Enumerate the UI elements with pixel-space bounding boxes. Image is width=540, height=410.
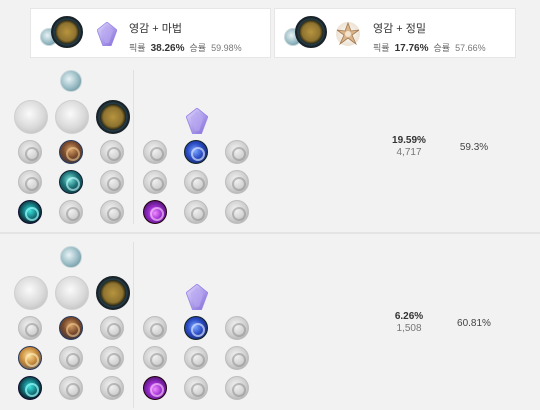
- section-divider: [0, 232, 540, 234]
- build-pick-stats: 19.59% 4,717: [374, 135, 444, 158]
- build-pick-rate: 19.59%: [392, 135, 426, 146]
- rune-option-icon: [184, 376, 208, 400]
- pick-value: 17.76%: [394, 43, 429, 54]
- keystone-option-icon: [14, 276, 48, 310]
- rune-selected-icon: [143, 376, 167, 400]
- precision-tree-icon: [336, 21, 360, 46]
- rune-option-icon: [100, 346, 124, 370]
- rune-option-icon: [184, 200, 208, 224]
- build-pick-rate: 6.26%: [394, 311, 424, 322]
- rune-selected-icon: [59, 140, 83, 164]
- pick-label: 픽률: [373, 43, 390, 53]
- rune-combo-card-inspiration-precision[interactable]: 영감 + 정밀 픽률 17.76% 승률 57.66%: [274, 8, 516, 58]
- sorcery-tree-icon: [186, 284, 208, 310]
- rune-selected-icon: [184, 316, 208, 340]
- rune-option-icon: [100, 170, 124, 194]
- rune-option-icon: [225, 346, 249, 370]
- rune-option-icon: [143, 140, 167, 164]
- build-win-rate: 59.3%: [459, 142, 489, 153]
- combo-stats: 픽률 17.76% 승률 57.66%: [373, 41, 486, 54]
- rune-option-icon: [184, 346, 208, 370]
- rune-option-icon: [225, 316, 249, 340]
- build-game-count: 4,717: [396, 147, 422, 158]
- rune-selected-icon: [59, 170, 83, 194]
- rune-option-icon: [100, 376, 124, 400]
- build-pick-stats: 6.26% 1,508: [374, 311, 444, 334]
- win-label: 승률: [433, 43, 451, 53]
- rune-option-icon: [225, 170, 249, 194]
- keystone-option-icon: [55, 276, 89, 310]
- combo-title: 영감 + 정밀: [373, 23, 427, 35]
- rune-option-icon: [225, 200, 249, 224]
- rune-option-icon: [100, 316, 124, 340]
- sorcery-tree-icon: [186, 108, 208, 134]
- rune-option-icon: [18, 316, 42, 340]
- rune-option-icon: [225, 140, 249, 164]
- combo-title: 영감 + 마법: [129, 23, 183, 35]
- rune-option-icon: [100, 200, 124, 224]
- rune-option-icon: [59, 200, 83, 224]
- rune-option-icon: [100, 140, 124, 164]
- rune-selected-icon: [59, 316, 83, 340]
- rune-option-icon: [143, 316, 167, 340]
- inspiration-tree-icon: [60, 246, 82, 268]
- keystone-option-icon: [55, 100, 89, 134]
- pick-value: 38.26%: [150, 43, 185, 54]
- combo-stats: 픽률 38.26% 승률 59.98%: [129, 41, 242, 54]
- rune-option-icon: [18, 170, 42, 194]
- inspiration-tree-icon: [60, 70, 82, 92]
- keystone-selected-icon: [96, 100, 130, 134]
- keystone-rune-icon: [51, 16, 83, 48]
- rune-build-row-2[interactable]: 6.26% 1,508 60.81%: [0, 238, 540, 410]
- rune-option-icon: [18, 140, 42, 164]
- rune-option-icon: [143, 346, 167, 370]
- build-game-count: 1,508: [396, 323, 422, 334]
- keystone-option-icon: [14, 100, 48, 134]
- rune-option-icon: [59, 346, 83, 370]
- rune-option-icon: [143, 170, 167, 194]
- rune-build-row-1[interactable]: 19.59% 4,717 59.3%: [0, 68, 540, 230]
- rune-selected-icon: [143, 200, 167, 224]
- win-value: 59.98%: [211, 43, 242, 53]
- pick-label: 픽률: [129, 43, 146, 53]
- sorcery-tree-icon: [97, 22, 117, 46]
- rune-selected-icon: [184, 140, 208, 164]
- rune-option-icon: [184, 170, 208, 194]
- rune-option-icon: [59, 376, 83, 400]
- rune-selected-icon: [18, 200, 42, 224]
- rune-option-icon: [225, 376, 249, 400]
- keystone-rune-icon: [295, 16, 327, 48]
- rune-combo-card-inspiration-sorcery[interactable]: 영감 + 마법 픽률 38.26% 승률 59.98%: [30, 8, 271, 58]
- build-win-rate: 60.81%: [457, 318, 491, 329]
- keystone-selected-icon: [96, 276, 130, 310]
- win-label: 승률: [189, 43, 207, 53]
- rune-selected-icon: [18, 346, 42, 370]
- win-value: 57.66%: [455, 43, 486, 53]
- rune-selected-icon: [18, 376, 42, 400]
